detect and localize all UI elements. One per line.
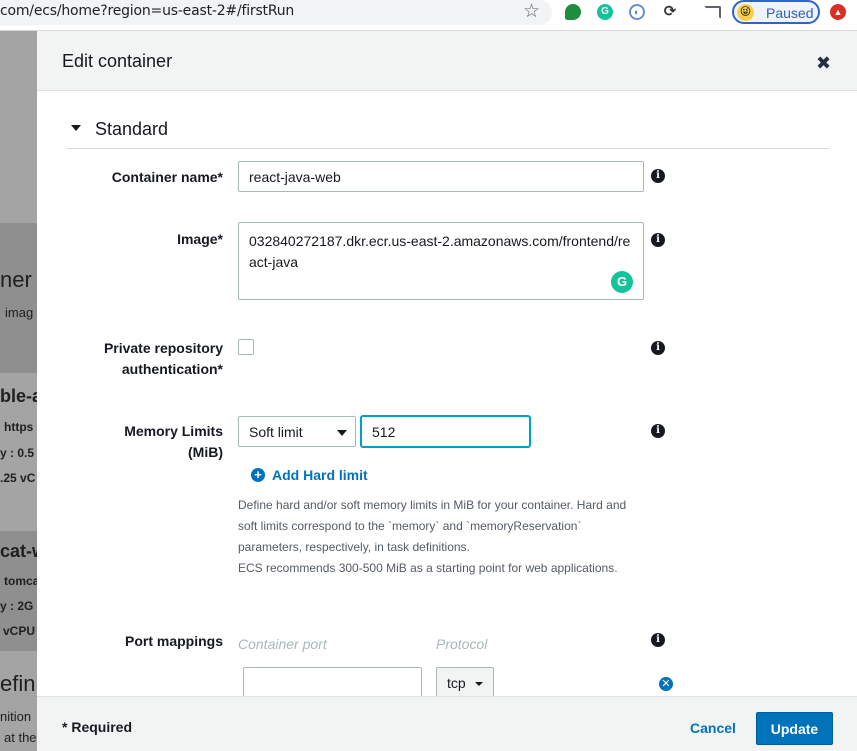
grammarly-extension-icon[interactable]: G — [597, 4, 613, 20]
background-fragment: y : 2G — [0, 599, 34, 613]
info-icon[interactable]: i — [651, 633, 665, 647]
memory-help-text: Define hard and/or soft memory limits in… — [238, 495, 658, 579]
close-icon[interactable]: ✖ — [816, 52, 831, 74]
help-line: Define hard and/or soft memory limits in… — [238, 498, 627, 512]
help-line: parameters, respectively, in task defini… — [238, 540, 470, 554]
info-icon[interactable]: i — [651, 169, 665, 183]
modal-title: Edit container — [62, 51, 173, 71]
modal-header: Edit container ✖ — [37, 31, 857, 91]
background-fragment: https — [4, 420, 34, 434]
grammarly-icon[interactable]: G — [611, 271, 633, 293]
cast-icon[interactable] — [704, 6, 721, 19]
url-text[interactable]: com/ecs/home?region=us-east-2#/firstRun — [0, 3, 294, 19]
memory-limits-label-line2: (MiB) — [188, 444, 223, 460]
background-fragment: vCPU — [3, 624, 36, 638]
memory-limit-input[interactable] — [361, 416, 530, 447]
add-hard-limit-label: Add Hard limit — [272, 467, 368, 483]
background-fragment: .25 vC — [0, 471, 36, 485]
background-fragment: at the — [4, 730, 37, 745]
profile-status-label: Paused — [766, 5, 814, 21]
cancel-button[interactable]: Cancel — [690, 720, 736, 736]
background-fragment: ner — [0, 267, 32, 292]
section-title: Standard — [95, 119, 169, 139]
plus-circle-icon: + — [251, 468, 265, 482]
background-fragment: nition — [0, 709, 32, 724]
background-fragment: tomca — [4, 574, 40, 588]
info-icon[interactable]: i — [651, 233, 665, 247]
modal-footer: * Required Cancel Update — [37, 696, 857, 751]
protocol-value: tcp — [447, 675, 466, 691]
info-icon[interactable]: i — [651, 424, 665, 438]
container-port-column-header: Container port — [238, 636, 327, 652]
container-name-label: Container name* — [111, 169, 223, 185]
sync-extension-icon[interactable]: ⟳ — [662, 4, 678, 20]
background-fragment: y : 0.5 — [0, 446, 35, 460]
help-line: soft limits correspond to the `memory` a… — [238, 519, 582, 533]
background-page-strip: ner imag ble-a https y : 0.5 .25 vC cat-… — [0, 31, 39, 751]
limit-type-select[interactable]: Soft limit — [238, 416, 356, 447]
profile-avatar-icon: 😜 — [737, 4, 754, 21]
background-panel — [0, 223, 37, 373]
background-fragment: ble-a — [0, 386, 37, 406]
green-speech-extension-icon[interactable] — [565, 4, 581, 20]
container-name-input[interactable] — [238, 161, 644, 192]
image-label: Image* — [177, 231, 223, 247]
background-fragment: efini — [0, 671, 37, 696]
remove-port-mapping-icon[interactable]: ✕ — [659, 677, 673, 691]
protocol-column-header: Protocol — [436, 636, 488, 652]
limit-type-value: Soft limit — [249, 424, 303, 440]
help-line: ECS recommends 300-500 MiB as a starting… — [238, 561, 618, 575]
address-bar[interactable]: com/ecs/home?region=us-east-2#/firstRun … — [0, 0, 552, 25]
image-textarea[interactable]: 032840272187.dkr.ecr.us-east-2.amazonaws… — [238, 222, 644, 300]
red-extension-icon[interactable]: ▲ — [830, 4, 846, 20]
port-mappings-label: Port mappings — [124, 633, 223, 649]
edit-container-modal: Edit container ✖ Standard Container name… — [37, 31, 857, 751]
standard-section-toggle[interactable]: Standard — [67, 117, 829, 149]
memory-limits-label-line1: Memory Limits — [124, 423, 223, 439]
star-icon[interactable]: ☆ — [523, 1, 540, 23]
profile-paused-button[interactable]: 😜 Paused — [732, 0, 820, 24]
private-repo-label-line1: Private repository — [103, 340, 223, 356]
background-fragment: cat-w — [0, 541, 37, 561]
caret-down-icon — [71, 125, 81, 131]
update-button[interactable]: Update — [756, 712, 833, 745]
protocol-select[interactable]: tcp — [436, 667, 494, 698]
required-note: * Required — [62, 719, 133, 735]
container-port-input[interactable] — [243, 667, 422, 698]
blue-extension-icon[interactable]: ◐ — [629, 4, 645, 20]
caret-down-icon — [475, 682, 483, 686]
browser-toolbar: com/ecs/home?region=us-east-2#/firstRun … — [0, 0, 857, 31]
private-repo-checkbox[interactable] — [238, 339, 254, 355]
info-icon[interactable]: i — [651, 341, 665, 355]
chevron-down-icon — [337, 430, 347, 436]
private-repo-label-line2: authentication* — [121, 361, 223, 377]
